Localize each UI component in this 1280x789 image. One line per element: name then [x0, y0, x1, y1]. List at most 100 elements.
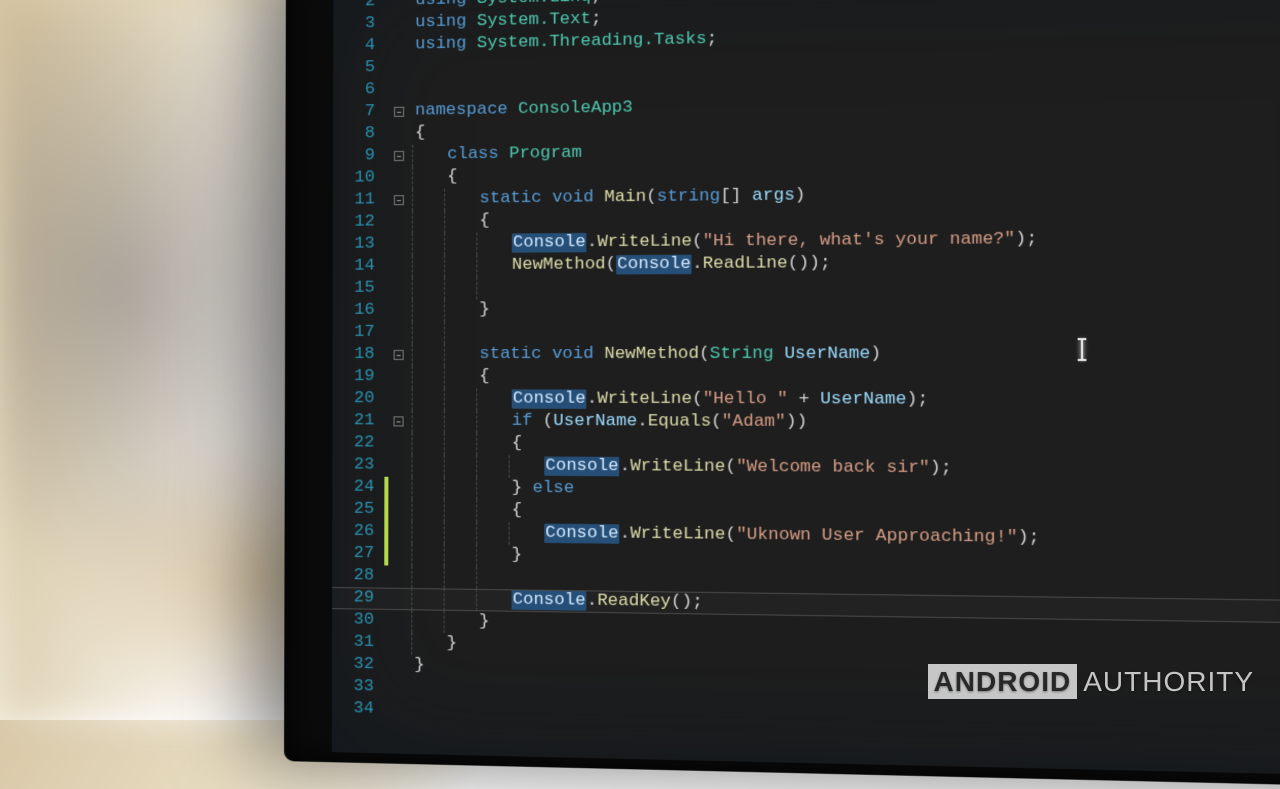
token-kw: static	[479, 345, 552, 364]
code-content[interactable]: {	[409, 366, 1280, 390]
token-cls: Program	[509, 144, 582, 164]
indent-guide-icon	[444, 366, 445, 388]
token-pn: }	[414, 656, 424, 675]
line-number: 7	[333, 101, 385, 124]
indent-guide-icon	[476, 388, 477, 410]
indent-guide-icon	[411, 632, 412, 654]
fold-toggle-icon[interactable]	[394, 107, 404, 117]
line-number: 10	[333, 167, 385, 190]
fold-gutter	[391, 123, 409, 145]
token-mth: WriteLine	[630, 457, 725, 477]
fold-toggle-icon[interactable]	[394, 416, 404, 426]
fold-gutter	[390, 521, 408, 543]
fold-gutter	[390, 455, 408, 477]
code-content[interactable]: Console.WriteLine("Hello " + UserName);	[409, 388, 1280, 413]
indent-guide-icon	[476, 433, 477, 455]
token-pn: .	[620, 524, 631, 544]
token-pn: }	[479, 300, 489, 319]
indent-guide-icon	[444, 388, 445, 410]
fold-gutter	[390, 543, 408, 565]
token-mth: WriteLine	[597, 232, 692, 252]
code-line[interactable]: 18 static void NewMethod(String UserName)	[333, 343, 1280, 366]
fold-gutter	[391, 300, 409, 322]
token-id: UserName	[784, 344, 870, 364]
token-pn: {	[512, 434, 522, 453]
fold-gutter	[391, 277, 409, 299]
indent-guide-icon	[444, 544, 445, 566]
code-editor[interactable]: 1using System.Collections…2using System.…	[332, 0, 1280, 778]
line-number: 29	[332, 587, 384, 610]
code-line[interactable]: 17	[333, 319, 1280, 344]
line-number: 19	[333, 366, 385, 388]
indent-guide-icon	[444, 410, 445, 432]
token-str: "Welcome back sir"	[736, 458, 930, 479]
indent-guide-icon	[509, 455, 510, 477]
token-pn: }	[447, 634, 457, 653]
line-number: 27	[332, 543, 384, 566]
line-number: 9	[333, 145, 385, 168]
line-number: 30	[332, 609, 384, 632]
line-number: 31	[332, 631, 384, 654]
indent-guide-icon	[444, 611, 445, 633]
indent-guide-icon	[412, 388, 413, 410]
fold-gutter	[391, 79, 409, 101]
line-number: 17	[333, 322, 385, 344]
change-bar-icon	[384, 521, 388, 543]
line-number: 3	[333, 13, 385, 36]
indent-guide-icon	[411, 499, 412, 521]
code-content[interactable]: static void NewMethod(String UserName)	[409, 343, 1280, 366]
token-mth: ReadKey	[597, 592, 671, 612]
token-pn: ;	[707, 30, 718, 50]
fold-toggle-icon[interactable]	[394, 350, 404, 360]
token-kw: using	[415, 12, 477, 32]
code-content[interactable]	[409, 273, 1280, 300]
token-cls-hl: Console	[512, 389, 587, 408]
token-pn: .	[587, 591, 597, 611]
indent-guide-icon	[411, 477, 412, 499]
token-pn: ))	[786, 413, 807, 433]
indent-guide-icon	[444, 433, 445, 455]
token-kw: class	[447, 145, 509, 165]
token-cls-hl: Console	[616, 255, 692, 275]
indent-guide-icon	[444, 566, 445, 588]
token-mth: WriteLine	[630, 524, 725, 544]
fold-gutter	[391, 322, 409, 344]
line-number: 18	[333, 344, 385, 366]
indent-guide-icon	[412, 255, 413, 277]
token-str: "Adam"	[722, 412, 786, 432]
code-content[interactable]: }	[409, 296, 1280, 322]
indent-guide-icon	[411, 588, 412, 610]
token-kw: void	[552, 188, 604, 208]
token-pn: (	[725, 525, 736, 545]
change-bar-icon	[384, 499, 388, 521]
token-cls: System.Threading.Tasks	[477, 30, 707, 53]
line-number: 22	[332, 432, 384, 454]
code-line[interactable]: 15	[333, 273, 1280, 300]
line-number: 24	[332, 476, 384, 499]
watermark-bold: ANDROID	[928, 664, 1078, 699]
line-number: 13	[333, 233, 385, 255]
code-line[interactable]: 16}	[333, 296, 1280, 322]
indent-guide-icon	[476, 477, 477, 499]
fold-gutter	[391, 388, 409, 410]
fold-gutter	[391, 366, 409, 388]
line-number: 28	[332, 565, 384, 588]
token-pn: );	[1015, 230, 1037, 250]
fold-gutter	[391, 34, 409, 56]
indent-guide-icon	[476, 255, 477, 277]
fold-gutter	[391, 57, 409, 79]
line-number: 12	[333, 211, 385, 233]
token-mth: WriteLine	[597, 390, 692, 410]
fold-toggle-icon[interactable]	[394, 195, 404, 205]
code-content[interactable]	[409, 319, 1280, 343]
fold-gutter	[390, 699, 408, 722]
indent-guide-icon	[444, 499, 445, 521]
fold-gutter	[390, 477, 408, 499]
token-pn: {	[479, 367, 489, 386]
token-pn: }	[479, 612, 489, 631]
fold-toggle-icon[interactable]	[394, 151, 404, 161]
code-line[interactable]: 19 {	[333, 366, 1280, 390]
indent-guide-icon	[412, 167, 413, 189]
token-kw: namespace	[415, 100, 518, 121]
token-kw: string	[657, 187, 720, 207]
